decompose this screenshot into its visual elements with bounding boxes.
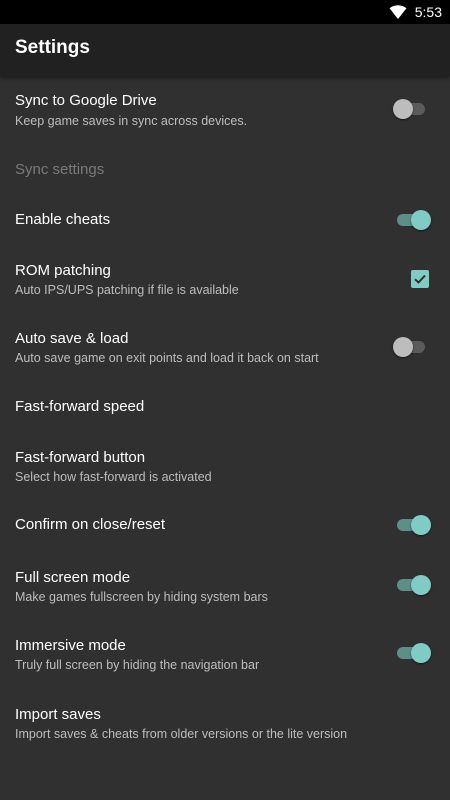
- switch-thumb: [411, 210, 431, 230]
- status-icons: 5:53: [389, 0, 442, 24]
- pref-fast-forward-button[interactable]: Fast-forward button Select how fast-forw…: [0, 432, 450, 500]
- pref-rom-patching[interactable]: ROM patching Auto IPS/UPS patching if fi…: [0, 244, 450, 312]
- status-clock: 5:53: [414, 4, 442, 20]
- pref-summary: Select how fast-forward is activated: [15, 470, 212, 484]
- switch-thumb: [411, 643, 431, 663]
- status-bar: 5:53: [0, 0, 450, 24]
- app-bar: Settings: [0, 24, 450, 76]
- confirm-close-toggle[interactable]: [394, 514, 432, 536]
- pref-title: Full screen mode: [15, 569, 131, 586]
- pref-fast-forward-speed[interactable]: Fast-forward speed: [0, 380, 450, 432]
- pref-title: Enable cheats: [15, 211, 111, 228]
- pref-full-screen-mode[interactable]: Full screen mode Make games fullscreen b…: [0, 552, 450, 620]
- pref-title: Sync settings: [15, 161, 105, 178]
- switch-thumb: [411, 515, 431, 535]
- pref-title: Fast-forward speed: [15, 398, 145, 415]
- pref-auto-save-load[interactable]: Auto save & load Auto save game on exit …: [0, 312, 450, 380]
- immersive-toggle[interactable]: [394, 642, 432, 664]
- auto-save-toggle[interactable]: [393, 336, 432, 358]
- pref-title: Import saves: [15, 706, 101, 723]
- settings-list[interactable]: Sync to Google Drive Keep game saves in …: [0, 76, 450, 800]
- pref-summary: Make games fullscreen by hiding system b…: [15, 590, 268, 604]
- enable-cheats-toggle[interactable]: [394, 209, 432, 231]
- pref-immersive-mode[interactable]: Immersive mode Truly full screen by hidi…: [0, 620, 450, 688]
- pref-summary: Auto IPS/UPS patching if file is availab…: [15, 283, 239, 297]
- pref-title: Auto save & load: [15, 330, 129, 347]
- switch-thumb: [393, 337, 413, 357]
- page-title: Settings: [15, 37, 90, 58]
- pref-confirm-close-reset[interactable]: Confirm on close/reset: [0, 500, 450, 552]
- pref-title: ROM patching: [15, 262, 111, 279]
- pref-summary: Keep game saves in sync across devices.: [15, 114, 248, 128]
- pref-summary: Truly full screen by hiding the navigati…: [15, 658, 260, 672]
- pref-summary: Import saves & cheats from older version…: [15, 727, 348, 741]
- pref-title: Sync to Google Drive: [15, 92, 157, 109]
- pref-enable-cheats[interactable]: Enable cheats: [0, 194, 450, 244]
- rom-patching-checkbox[interactable]: [411, 270, 429, 288]
- pref-sync-settings: Sync settings: [0, 152, 450, 194]
- switch-thumb: [393, 99, 413, 119]
- check-icon: [414, 274, 426, 284]
- sync-drive-toggle[interactable]: [393, 98, 432, 120]
- pref-title: Immersive mode: [15, 637, 126, 654]
- pref-import-saves[interactable]: Import saves Import saves & cheats from …: [0, 688, 450, 758]
- full-screen-toggle[interactable]: [394, 574, 432, 596]
- pref-summary: Auto save game on exit points and load i…: [15, 351, 319, 365]
- pref-title: Confirm on close/reset: [15, 516, 166, 533]
- pref-sync-google-drive[interactable]: Sync to Google Drive Keep game saves in …: [0, 76, 450, 152]
- switch-thumb: [411, 575, 431, 595]
- pref-title: Fast-forward button: [15, 449, 146, 466]
- wifi-icon: [389, 5, 407, 19]
